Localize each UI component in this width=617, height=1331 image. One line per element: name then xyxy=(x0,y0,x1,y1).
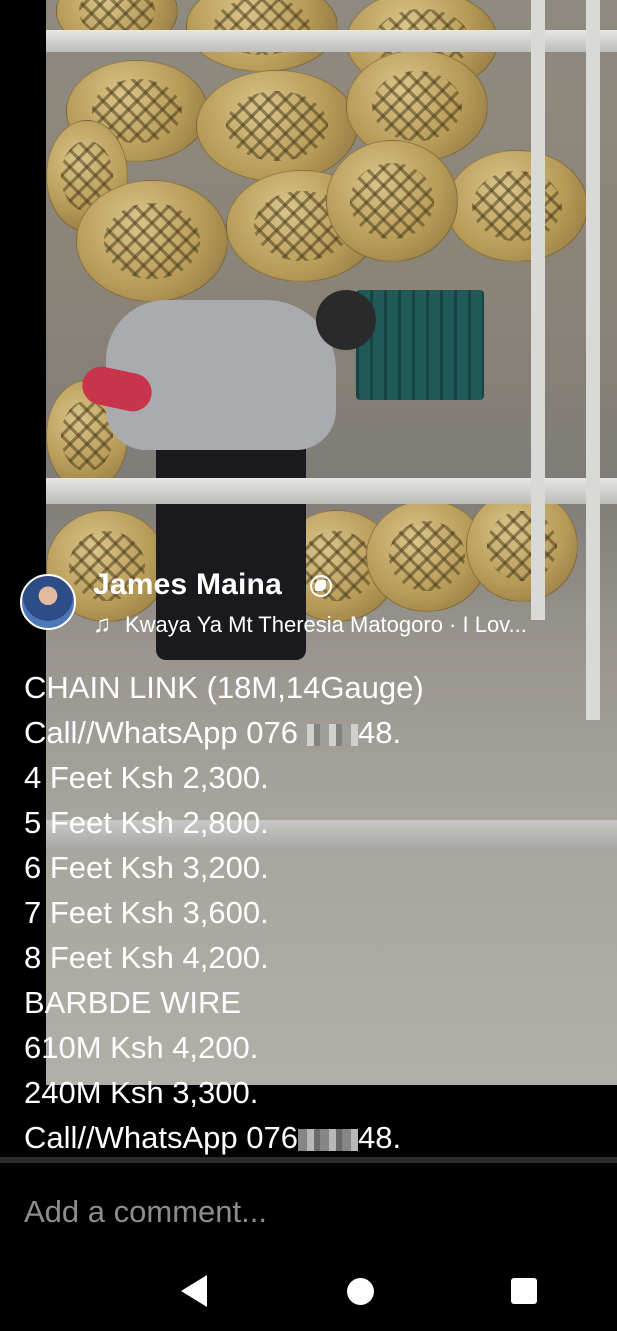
caption-line: BARBDE WIRE xyxy=(24,985,242,1020)
music-title: Kwaya Ya Mt Theresia Matogoro · I Lov... xyxy=(125,612,527,637)
caption-line: CHAIN LINK (18M,14Gauge) xyxy=(24,670,424,705)
sack-image xyxy=(446,150,588,262)
caption-line: 6 Feet Ksh 3,200. xyxy=(24,850,269,885)
redacted-number xyxy=(297,723,358,746)
crate-image xyxy=(356,290,484,400)
sack-image xyxy=(76,180,228,302)
sack-image xyxy=(196,70,358,182)
caption-line-phone: Call//WhatsApp 076 48. xyxy=(24,715,402,750)
system-nav-bar xyxy=(0,1255,617,1331)
caption-line: 4 Feet Ksh 2,300. xyxy=(24,760,269,795)
home-circle-icon[interactable] xyxy=(347,1278,374,1305)
avatar[interactable] xyxy=(20,574,76,630)
back-triangle-icon[interactable] xyxy=(181,1275,207,1307)
post-caption: CHAIN LINK (18M,14Gauge) Call//WhatsApp … xyxy=(24,665,604,1160)
caption-line: 7 Feet Ksh 3,600. xyxy=(24,895,269,930)
comment-input[interactable]: Add a comment... xyxy=(24,1194,267,1230)
post-author-header: James Maina ♫ Kwaya Ya Mt Theresia Matog… xyxy=(20,568,610,638)
caption-line: 610M Ksh 4,200. xyxy=(24,1030,259,1065)
recents-square-icon[interactable] xyxy=(511,1278,537,1304)
caption-line-phone: Call//WhatsApp 076 48. xyxy=(24,1120,402,1155)
caption-line: 240M Ksh 3,300. xyxy=(24,1075,259,1110)
divider xyxy=(0,1157,617,1163)
redacted-number xyxy=(297,1128,358,1151)
music-info[interactable]: ♫ Kwaya Ya Mt Theresia Matogoro · I Lov.… xyxy=(93,611,527,639)
sack-image xyxy=(326,140,458,262)
author-name[interactable]: James Maina xyxy=(93,568,282,602)
person-image xyxy=(316,290,376,350)
globe-icon xyxy=(310,575,332,597)
caption-line: 8 Feet Ksh 4,200. xyxy=(24,940,269,975)
railing-post xyxy=(531,0,545,620)
music-note-icon: ♫ xyxy=(93,611,111,638)
caption-line: 5 Feet Ksh 2,800. xyxy=(24,805,269,840)
